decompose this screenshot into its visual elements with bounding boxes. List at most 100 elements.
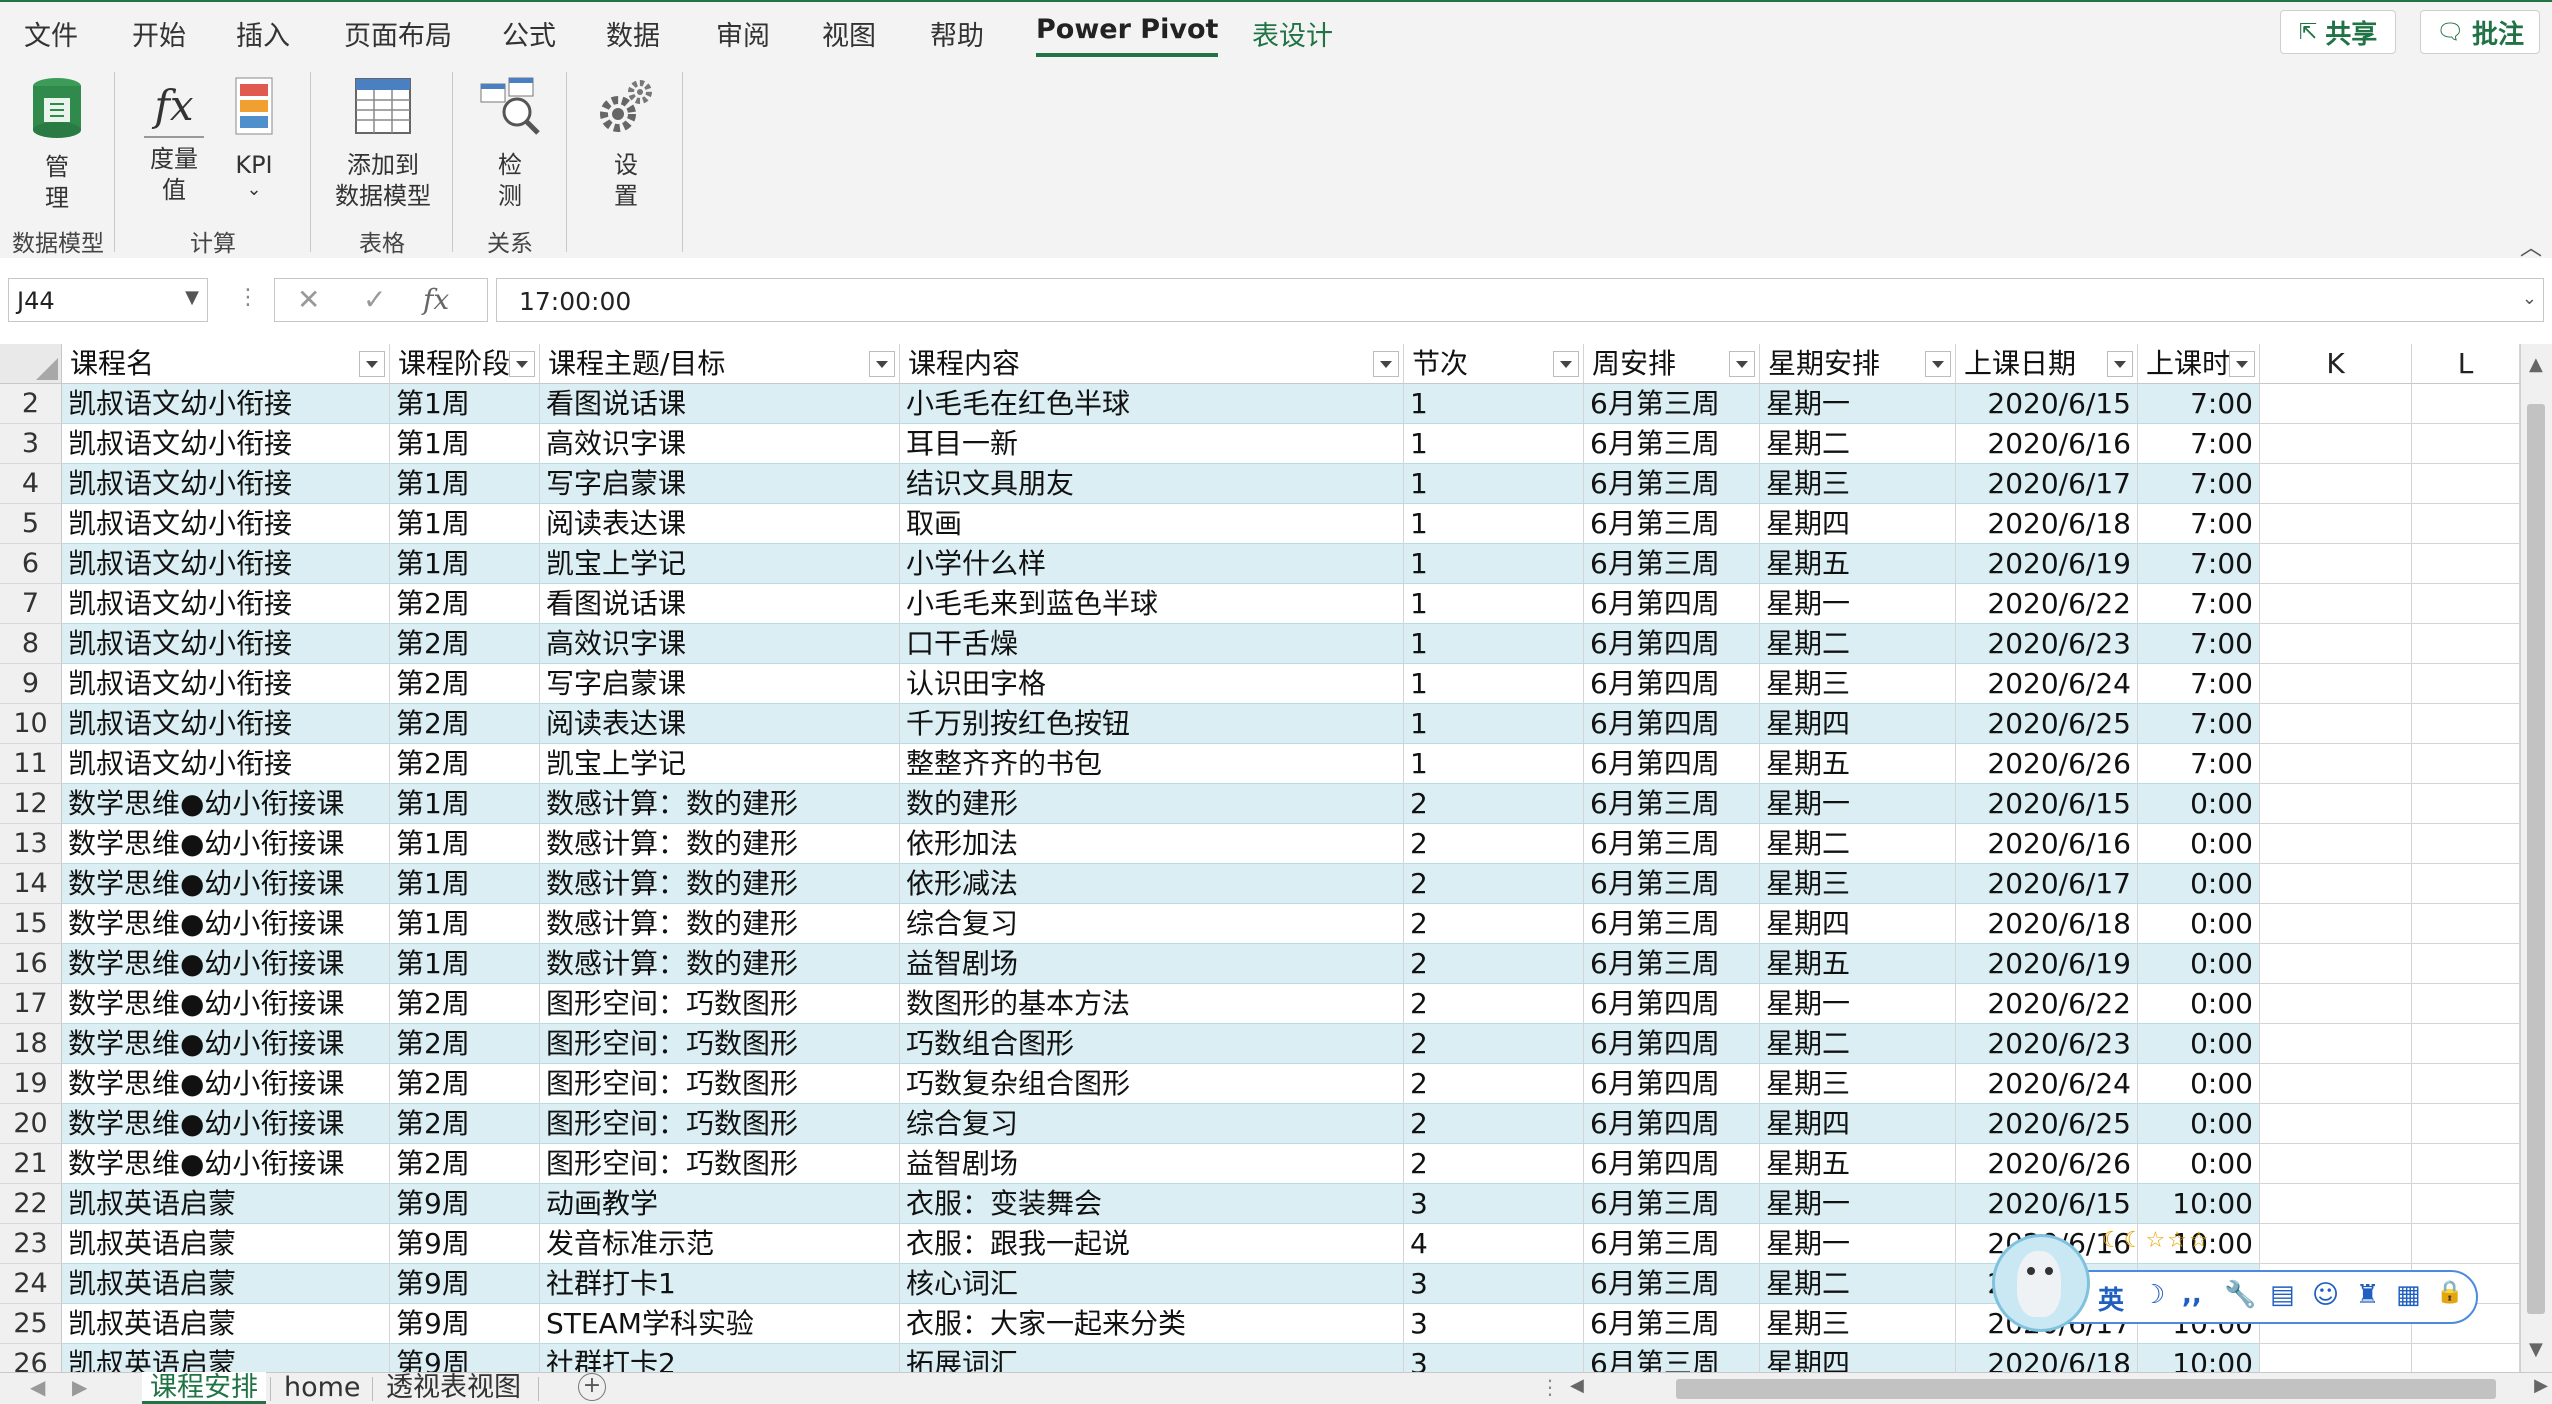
- cell[interactable]: [2412, 824, 2520, 864]
- cell[interactable]: 凯叔语文幼小衔接: [62, 624, 390, 664]
- cell[interactable]: 巧数复杂组合图形: [900, 1064, 1404, 1104]
- cell[interactable]: [2260, 1064, 2412, 1104]
- cell[interactable]: 取画: [900, 504, 1404, 544]
- cell[interactable]: 2020/6/22: [1956, 584, 2138, 624]
- row-header[interactable]: 4: [0, 464, 62, 504]
- cell[interactable]: [2260, 624, 2412, 664]
- cell[interactable]: 第1周: [390, 504, 540, 544]
- cell[interactable]: 4: [1404, 1224, 1584, 1264]
- cell[interactable]: 数图形的基本方法: [900, 984, 1404, 1024]
- ribbon-tab[interactable]: 数据: [606, 14, 660, 53]
- cell[interactable]: [2260, 1144, 2412, 1184]
- col-date-header[interactable]: 上课日期: [1956, 344, 2138, 384]
- cell[interactable]: [2412, 424, 2520, 464]
- cell[interactable]: 星期四: [1760, 904, 1956, 944]
- cell[interactable]: [2260, 864, 2412, 904]
- cell[interactable]: 星期二: [1760, 1264, 1956, 1304]
- cell[interactable]: 凯叔英语启蒙: [62, 1344, 390, 1372]
- cell[interactable]: 第2周: [390, 584, 540, 624]
- cell[interactable]: 数学思维●幼小衔接课: [62, 944, 390, 984]
- cell[interactable]: [2260, 504, 2412, 544]
- cell[interactable]: 3: [1404, 1264, 1584, 1304]
- add-sheet-icon[interactable]: +: [578, 1373, 606, 1401]
- cell[interactable]: 6月第四周: [1584, 984, 1760, 1024]
- cell[interactable]: 第2周: [390, 744, 540, 784]
- col-time-header[interactable]: 上课时: [2138, 344, 2260, 384]
- skin-icon[interactable]: ♜: [2356, 1280, 2379, 1310]
- cell[interactable]: 6月第四周: [1584, 1064, 1760, 1104]
- row-header[interactable]: 21: [0, 1144, 62, 1184]
- cell[interactable]: [2260, 544, 2412, 584]
- cell[interactable]: 0:00: [2138, 1024, 2260, 1064]
- cell[interactable]: [2260, 664, 2412, 704]
- cell[interactable]: 1: [1404, 664, 1584, 704]
- cell[interactable]: 衣服：变装舞会: [900, 1184, 1404, 1224]
- scroll-down-icon[interactable]: ▼: [2529, 1339, 2543, 1360]
- cell[interactable]: 星期五: [1760, 944, 1956, 984]
- cell[interactable]: 拓展词汇: [900, 1344, 1404, 1372]
- cell[interactable]: 数学思维●幼小衔接课: [62, 1104, 390, 1144]
- cell[interactable]: 星期一: [1760, 1184, 1956, 1224]
- cell[interactable]: [2412, 864, 2520, 904]
- settings-button[interactable]: 设 置: [586, 76, 666, 212]
- cell[interactable]: 第9周: [390, 1264, 540, 1304]
- cell[interactable]: [2260, 944, 2412, 984]
- horizontal-scrollbar[interactable]: ◀ ▶: [1566, 1375, 2552, 1401]
- cell[interactable]: 7:00: [2138, 544, 2260, 584]
- prev-sheet-icon[interactable]: ◀: [30, 1375, 45, 1399]
- cell[interactable]: STEAM学科实验: [540, 1304, 900, 1344]
- cell[interactable]: 2020/6/22: [1956, 984, 2138, 1024]
- cell[interactable]: 写字启蒙课: [540, 664, 900, 704]
- cell[interactable]: 星期一: [1760, 1224, 1956, 1264]
- cell[interactable]: 星期三: [1760, 864, 1956, 904]
- cell[interactable]: 星期五: [1760, 544, 1956, 584]
- cell[interactable]: 凯叔语文幼小衔接: [62, 424, 390, 464]
- col-stage-header[interactable]: 课程阶段: [390, 344, 540, 384]
- row-header[interactable]: 7: [0, 584, 62, 624]
- cell[interactable]: 第1周: [390, 864, 540, 904]
- cell[interactable]: 写字启蒙课: [540, 464, 900, 504]
- scroll-left-icon[interactable]: ◀: [1570, 1375, 1584, 1396]
- cell[interactable]: 0:00: [2138, 784, 2260, 824]
- cell[interactable]: [2412, 504, 2520, 544]
- cell[interactable]: 第9周: [390, 1344, 540, 1372]
- row-header[interactable]: 22: [0, 1184, 62, 1224]
- cell[interactable]: 第1周: [390, 464, 540, 504]
- ribbon-tab[interactable]: 表设计: [1252, 14, 1333, 53]
- cell[interactable]: [2260, 1024, 2412, 1064]
- cell[interactable]: 2020/6/24: [1956, 1064, 2138, 1104]
- row-header[interactable]: 10: [0, 704, 62, 744]
- cell[interactable]: 动画教学: [540, 1184, 900, 1224]
- cell[interactable]: 星期二: [1760, 624, 1956, 664]
- cell[interactable]: [2260, 1344, 2412, 1372]
- filter-dropdown-icon[interactable]: [509, 351, 535, 377]
- ime-toolbar[interactable]: ☾☾☆☆☆ 英 ☽ ,, 🔧 ▤ ☺ ♜ ▦ 🔒: [1992, 1228, 2488, 1332]
- cell[interactable]: 数感计算：数的建形: [540, 824, 900, 864]
- cell[interactable]: 7:00: [2138, 624, 2260, 664]
- cell[interactable]: [2412, 584, 2520, 624]
- cell[interactable]: 数学思维●幼小衔接课: [62, 864, 390, 904]
- cell[interactable]: [2412, 1184, 2520, 1224]
- row-header[interactable]: 20: [0, 1104, 62, 1144]
- cell[interactable]: 1: [1404, 424, 1584, 464]
- cell[interactable]: 星期一: [1760, 584, 1956, 624]
- cell[interactable]: 凯叔语文幼小衔接: [62, 544, 390, 584]
- cell[interactable]: 千万别按红色按钮: [900, 704, 1404, 744]
- cell[interactable]: 2020/6/18: [1956, 1344, 2138, 1372]
- add-to-data-model-button[interactable]: 添加到 数据模型: [328, 76, 438, 212]
- filter-dropdown-icon[interactable]: [1373, 351, 1399, 377]
- cell[interactable]: 1: [1404, 744, 1584, 784]
- cell[interactable]: [2260, 904, 2412, 944]
- cell[interactable]: 第1周: [390, 824, 540, 864]
- cell[interactable]: 数学思维●幼小衔接课: [62, 1064, 390, 1104]
- chevron-down-icon[interactable]: ▼: [185, 287, 199, 308]
- ribbon-tab[interactable]: 文件: [24, 14, 78, 53]
- cell[interactable]: 第2周: [390, 1104, 540, 1144]
- filter-dropdown-icon[interactable]: [2107, 351, 2133, 377]
- select-all-corner[interactable]: [0, 344, 62, 384]
- cell[interactable]: 看图说话课: [540, 384, 900, 424]
- cell[interactable]: 数学思维●幼小衔接课: [62, 1024, 390, 1064]
- cell[interactable]: 凯叔语文幼小衔接: [62, 464, 390, 504]
- row-header[interactable]: 14: [0, 864, 62, 904]
- cell[interactable]: 发音标准示范: [540, 1224, 900, 1264]
